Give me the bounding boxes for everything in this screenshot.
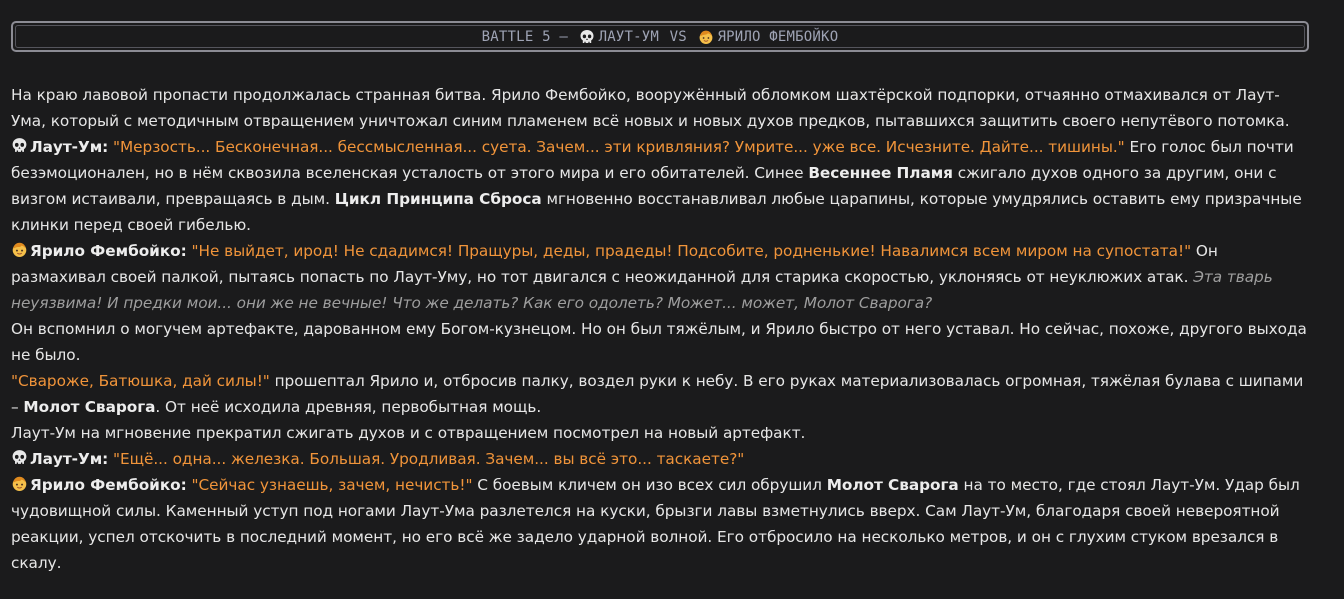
story-paragraph: На краю лавовой пропасти продолжалась ст… <box>11 86 1290 130</box>
artifact-name: Молот Сварога <box>826 476 959 494</box>
story-paragraph: Он вспомнил о могучем артефакте, дарован… <box>11 320 1307 364</box>
battle-header: BATTLE 5 – ЛАУТ-УМ VS ЯРИЛО ФЕМБОЙКО <box>11 21 1309 52</box>
speech-quote: "Ещё... одна... железка. Большая. Уродли… <box>113 450 745 468</box>
story-paragraph: Лаут-Ум на мгновение прекратил сжигать д… <box>11 424 806 442</box>
speech-quote: "Сейчас узнаешь, зачем, нечисть!" <box>191 476 473 494</box>
speech-quote: "Мерзость... Бесконечная... бессмысленна… <box>113 138 1125 156</box>
speech-quote: "Не выйдет, ирод! Не сдадимся! Пращуры, … <box>191 242 1192 260</box>
battle-prefix: BATTLE 5 – <box>481 28 577 45</box>
vs-label: VS <box>661 28 696 45</box>
speaker-name: Лаут-Ум: <box>30 450 109 468</box>
ability-name: Весеннее Пламя <box>808 164 953 182</box>
laut-line: Лаут-Ум: "Мерзость... Бесконечная... бес… <box>11 134 1311 238</box>
skull-icon <box>12 138 27 152</box>
speech-quote: "Свароже, Батюшка, дай силы!" <box>11 372 270 390</box>
laut-line: Лаут-Ум: "Ещё... одна... железка. Больша… <box>11 446 1311 472</box>
fighter-2-name: ЯРИЛО ФЕМБОЙКО <box>717 28 839 45</box>
child-face-icon <box>12 242 27 258</box>
ability-name: Цикл Принципа Сброса <box>334 190 542 208</box>
narration: . От неё исходила древняя, первобытная м… <box>155 398 542 416</box>
speaker-name: Лаут-Ум: <box>30 138 109 156</box>
child-face-icon <box>698 29 713 44</box>
narration: С боевым кличем он изо всех сил обрушил <box>472 476 827 494</box>
yarilo-line: Ярило Фембойко: "Не выйдет, ирод! Не сда… <box>11 238 1311 316</box>
speaker-name: Ярило Фембойко: <box>30 476 187 494</box>
story-paragraph: "Свароже, Батюшка, дай силы!" прошептал … <box>11 368 1311 420</box>
skull-icon <box>12 450 27 464</box>
fighter-1-name: ЛАУТ-УМ <box>598 28 659 45</box>
battle-story: На краю лавовой пропасти продолжалась ст… <box>11 82 1311 576</box>
artifact-name: Молот Сварога <box>23 398 156 416</box>
battle-title: BATTLE 5 – ЛАУТ-УМ VS ЯРИЛО ФЕМБОЙКО <box>482 29 839 45</box>
skull-icon <box>580 29 594 43</box>
yarilo-line: Ярило Фембойко: "Сейчас узнаешь, зачем, … <box>11 472 1311 576</box>
child-face-icon <box>12 476 27 492</box>
speaker-name: Ярило Фембойко: <box>30 242 187 260</box>
